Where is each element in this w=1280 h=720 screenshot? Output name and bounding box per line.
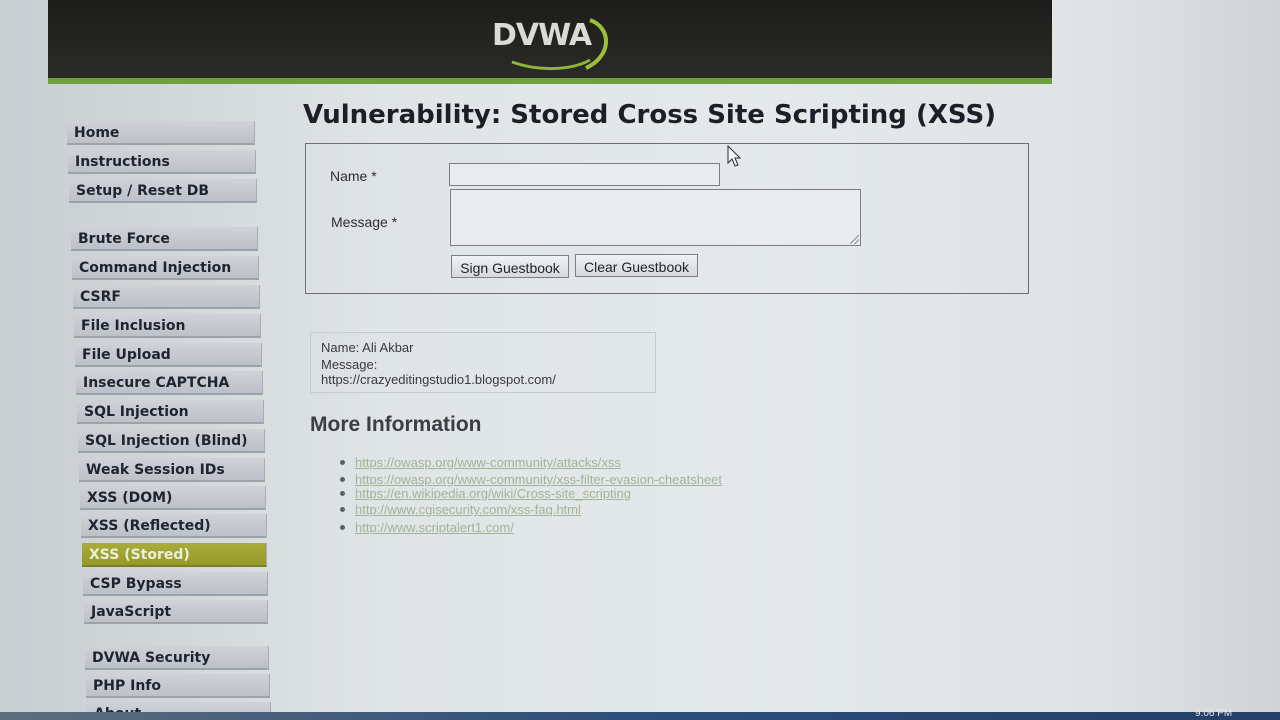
sidebar-item-sql-injection-blind[interactable]: SQL Injection (Blind) [78,429,265,453]
sidebar-item-insecure-captcha[interactable]: Insecure CAPTCHA [76,371,263,395]
sidebar-item-instructions[interactable]: Instructions [68,150,256,174]
logo-text: DVWA [492,18,592,53]
message-textarea[interactable] [450,189,861,246]
entry-message-text: https://crazyeditingstudio1.blogspot.com… [321,372,556,387]
sidebar-item-csrf[interactable]: CSRF [73,285,260,309]
more-info-link[interactable]: https://en.wikipedia.org/wiki/Cross-site… [355,486,631,501]
mouse-pointer-icon [727,145,742,167]
sidebar-item-setup-reset-db[interactable]: Setup / Reset DB [69,179,257,203]
bullet-icon [340,460,345,465]
bullet-icon [340,477,345,482]
clear-guestbook-button[interactable]: Clear Guestbook [575,254,698,277]
more-info-link[interactable]: https://owasp.org/www-community/attacks/… [355,455,621,470]
sidebar-item-brute-force[interactable]: Brute Force [71,227,258,251]
sidebar-item-home[interactable]: Home [67,121,255,145]
taskbar-clock: 9:06 PM [1195,708,1233,719]
sidebar-item-command-injection[interactable]: Command Injection [72,256,259,280]
resize-grip-icon[interactable] [850,235,859,244]
sidebar-item-javascript[interactable]: JavaScript [84,600,268,624]
sidebar-item-xss-dom[interactable]: XSS (DOM) [80,486,266,510]
sidebar-item-weak-session-ids[interactable]: Weak Session IDs [79,458,265,482]
page-title: Vulnerability: Stored Cross Site Scripti… [303,100,997,130]
header-accent-stripe [48,78,1052,84]
sign-guestbook-button[interactable]: Sign Guestbook [451,255,569,278]
more-info-heading: More Information [310,413,482,436]
more-info-link[interactable]: https://owasp.org/www-community/xss-filt… [355,472,722,487]
sidebar-item-dvwa-security[interactable]: DVWA Security [85,646,269,670]
sidebar-item-xss-reflected[interactable]: XSS (Reflected) [81,514,267,538]
os-taskbar [0,712,1280,720]
message-label: Message * [331,214,398,230]
sidebar-item-xss-stored[interactable]: XSS (Stored) [82,543,267,567]
bullet-icon [340,491,345,496]
sidebar-item-file-inclusion[interactable]: File Inclusion [74,314,261,338]
bullet-icon [340,507,345,512]
entry-name: Name: Ali Akbar [321,340,414,355]
entry-message-label: Message: [321,357,378,372]
sidebar-item-csp-bypass[interactable]: CSP Bypass [83,572,268,596]
more-info-link[interactable]: http://www.cgisecurity.com/xss-faq.html [355,502,581,517]
dvwa-logo[interactable]: DVWA [490,14,620,74]
sidebar-item-sql-injection[interactable]: SQL Injection [77,400,264,424]
more-info-link[interactable]: http://www.scriptalert1.com/ [355,520,514,535]
name-input[interactable] [449,163,720,186]
sidebar-item-file-upload[interactable]: File Upload [75,343,262,367]
name-label: Name * [330,168,377,184]
bullet-icon [340,525,345,530]
sidebar-item-php-info[interactable]: PHP Info [86,674,270,698]
